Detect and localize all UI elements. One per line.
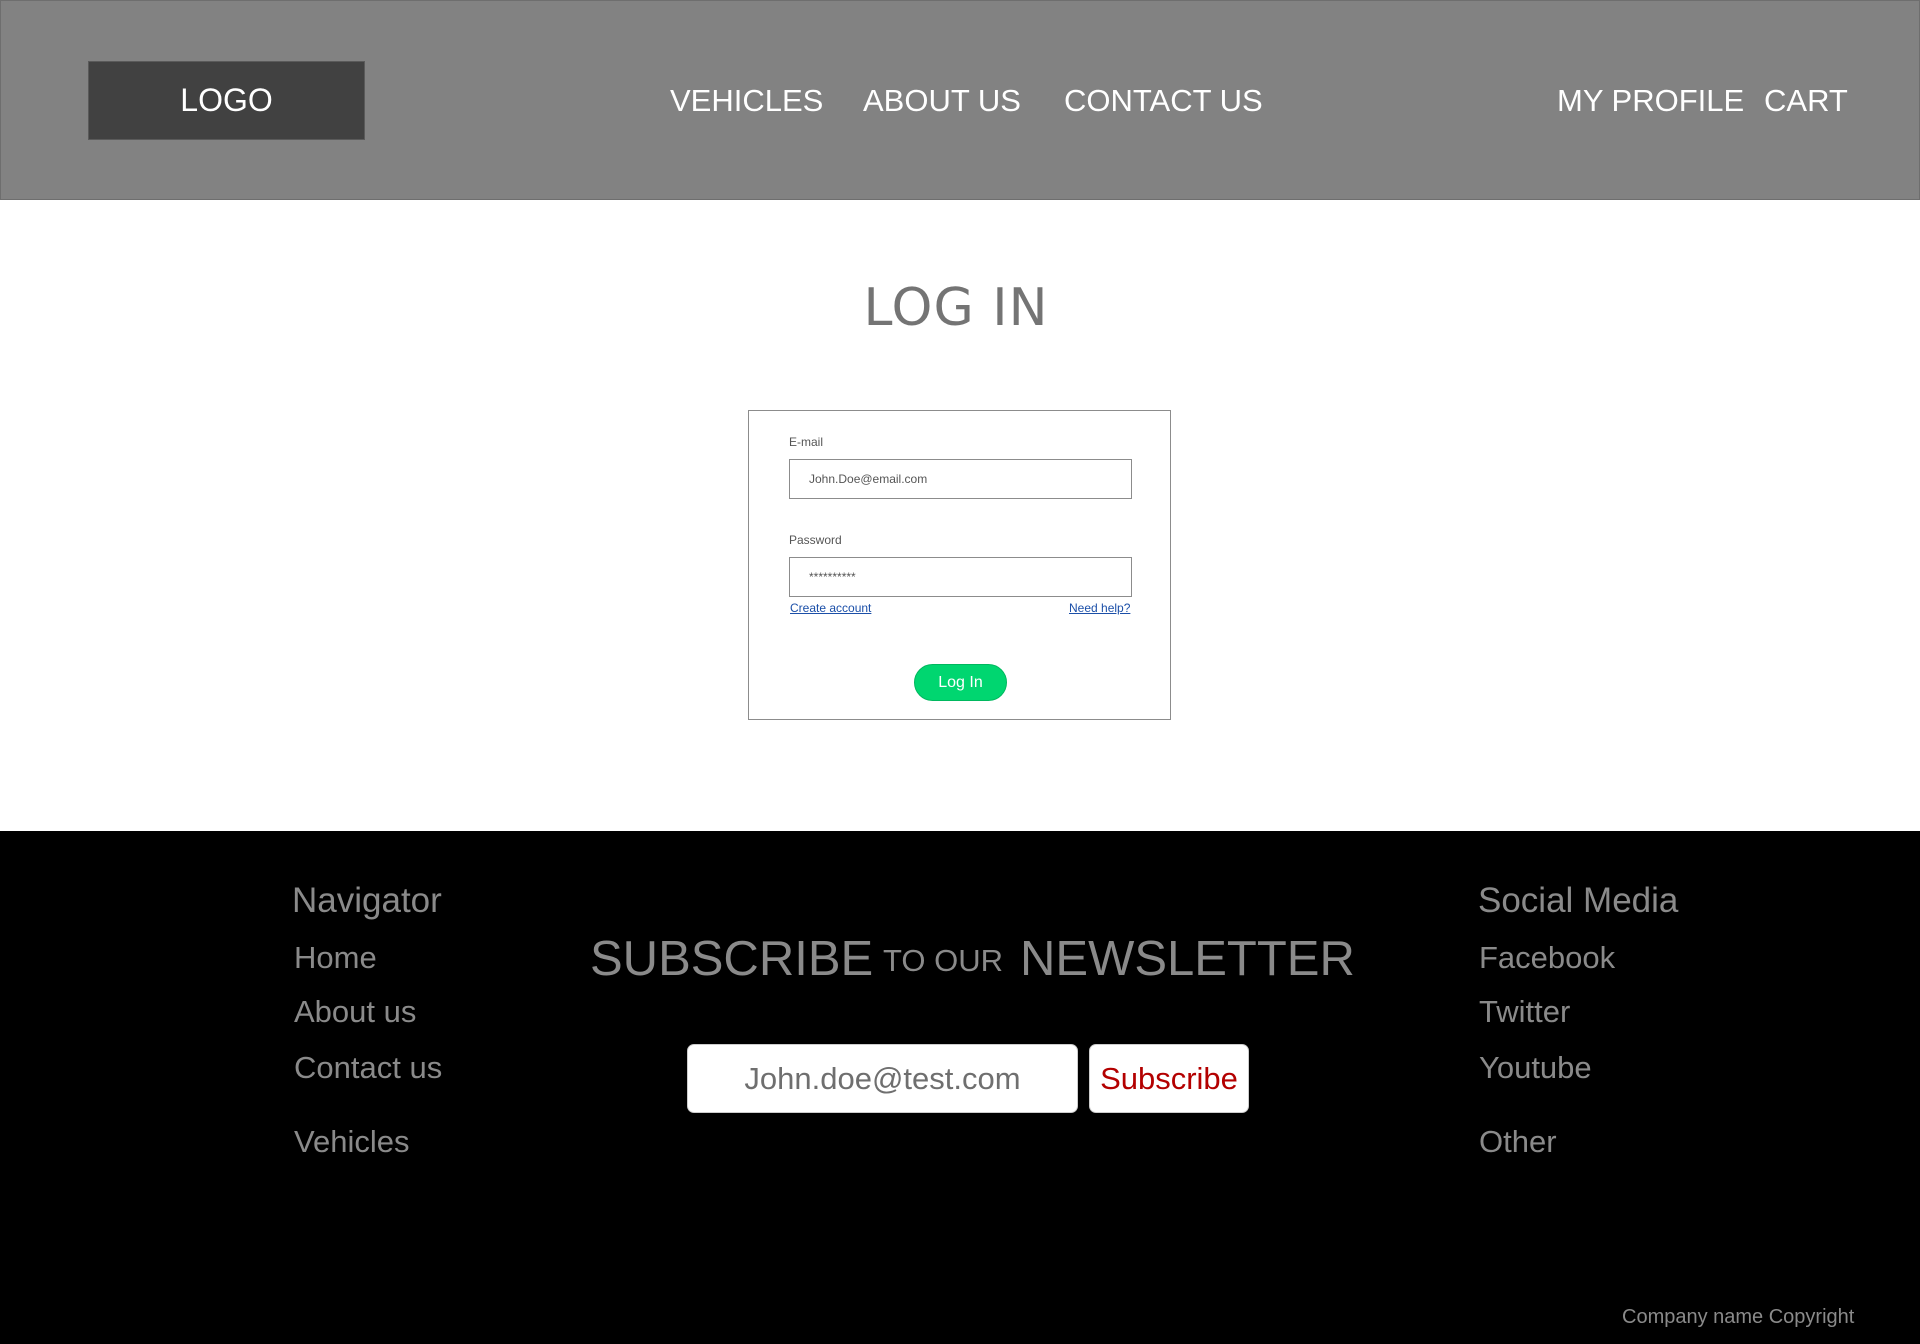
logo[interactable]: LOGO — [88, 61, 365, 140]
footer-link-other[interactable]: Other — [1479, 1124, 1557, 1160]
nav-cart[interactable]: CART — [1764, 81, 1848, 121]
footer-link-vehicles[interactable]: Vehicles — [294, 1124, 409, 1160]
password-label: Password — [789, 533, 842, 547]
newsletter-word-newsletter: NEWSLETTER — [1020, 932, 1355, 986]
footer-link-twitter[interactable]: Twitter — [1479, 994, 1570, 1030]
site-footer: Navigator Home About us Contact us Vehic… — [0, 831, 1920, 1344]
copyright-text: Company name Copyright — [1622, 1306, 1855, 1328]
newsletter-word-subscribe: SUBSCRIBE — [590, 932, 874, 986]
nav-about-us[interactable]: ABOUT US — [863, 81, 1021, 121]
navigator-heading: Navigator — [292, 881, 442, 920]
footer-link-contact-us[interactable]: Contact us — [294, 1050, 442, 1086]
nav-contact-us[interactable]: CONTACT US — [1064, 81, 1263, 121]
password-input[interactable] — [789, 557, 1132, 597]
subscribe-button[interactable]: Subscribe — [1089, 1044, 1249, 1113]
nav-my-profile[interactable]: MY PROFILE — [1557, 81, 1744, 121]
create-account-link[interactable]: Create account — [790, 601, 871, 615]
footer-link-facebook[interactable]: Facebook — [1479, 940, 1615, 976]
login-form: E-mail Password Create account Need help… — [748, 410, 1171, 720]
newsletter-email-input[interactable] — [687, 1044, 1078, 1113]
email-label: E-mail — [789, 435, 824, 449]
login-button[interactable]: Log In — [914, 664, 1007, 701]
footer-link-about-us[interactable]: About us — [294, 994, 416, 1030]
nav-vehicles[interactable]: VEHICLES — [670, 81, 823, 121]
page-title: LOG IN — [863, 278, 1049, 338]
email-input[interactable] — [789, 459, 1132, 499]
footer-link-home[interactable]: Home — [294, 940, 377, 976]
page: LOGO VEHICLES ABOUT US CONTACT US MY PRO… — [0, 0, 1920, 1344]
need-help-link[interactable]: Need help? — [1069, 601, 1130, 615]
site-header: LOGO VEHICLES ABOUT US CONTACT US MY PRO… — [0, 0, 1920, 200]
newsletter-word-to-our: TO OUR — [883, 943, 1003, 978]
footer-link-youtube[interactable]: Youtube — [1479, 1050, 1592, 1086]
social-media-heading: Social Media — [1478, 881, 1679, 920]
